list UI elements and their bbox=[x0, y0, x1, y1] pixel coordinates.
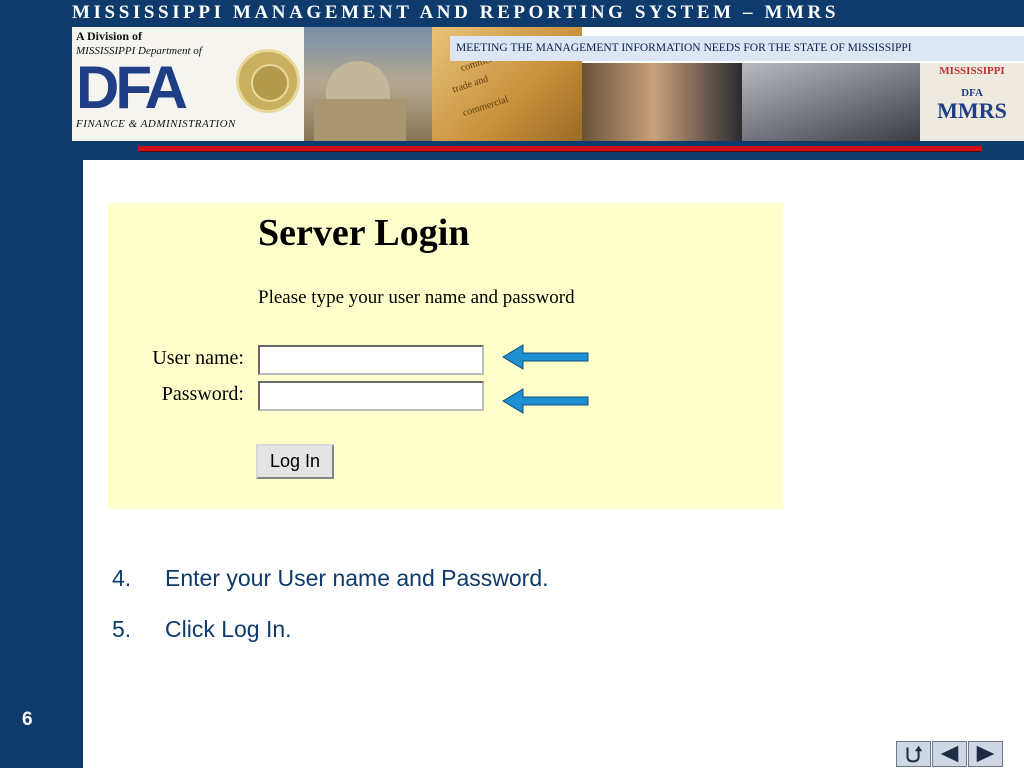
next-slide-icon bbox=[976, 745, 995, 763]
list-item: 4. Enter your User name and Password. bbox=[112, 562, 549, 613]
username-label: User name: bbox=[152, 347, 244, 369]
mmrs-logo: MISSISSIPPI DFA MMRS bbox=[920, 63, 1024, 141]
capitol-dome bbox=[326, 61, 390, 101]
username-input[interactable] bbox=[258, 345, 484, 375]
header-divider bbox=[138, 146, 982, 152]
header-tagline: MEETING THE MANAGEMENT INFORMATION NEEDS… bbox=[450, 36, 1024, 61]
login-button[interactable]: Log In bbox=[256, 444, 334, 479]
paper-text: trade and bbox=[451, 73, 490, 96]
keyboard-image bbox=[742, 63, 920, 141]
next-slide-button[interactable] bbox=[968, 741, 1003, 767]
instruction-steps: 4. Enter your User name and Password. 5. C… bbox=[112, 562, 549, 664]
return-icon bbox=[906, 745, 923, 763]
dfa-logo: DFA bbox=[76, 54, 188, 121]
sidebar bbox=[0, 0, 83, 768]
username-arrow-icon bbox=[502, 344, 589, 370]
header-banner: A Division of MISSISSIPPI Department of … bbox=[72, 27, 1024, 141]
login-instructions: Please type your user name and password bbox=[258, 287, 575, 308]
previous-slide-icon bbox=[940, 745, 959, 763]
state-seal-icon bbox=[236, 49, 300, 113]
page-title: MISSISSIPPI MANAGEMENT AND REPORTING SYS… bbox=[72, 2, 839, 23]
mmrs-logo-state: MISSISSIPPI bbox=[939, 65, 1005, 77]
login-title: Server Login bbox=[258, 212, 470, 254]
dfa-logo-block: A Division of MISSISSIPPI Department of … bbox=[72, 27, 304, 141]
capitol-base bbox=[314, 99, 406, 141]
password-input[interactable] bbox=[258, 381, 484, 411]
step-number: 4. bbox=[112, 565, 132, 591]
handshake-image bbox=[582, 63, 742, 141]
step-text: Enter your User name and Password. bbox=[165, 565, 549, 591]
mmrs-logo-text: MMRS bbox=[937, 98, 1007, 123]
finance-admin-label: FINANCE & ADMINISTRATION bbox=[76, 118, 236, 130]
step-text: Click Log In. bbox=[165, 616, 292, 642]
return-button[interactable] bbox=[896, 741, 931, 767]
list-item: 5. Click Log In. bbox=[112, 613, 549, 664]
password-label: Password: bbox=[161, 383, 244, 405]
paper-text: commercial bbox=[461, 93, 510, 120]
division-label: A Division of bbox=[76, 29, 143, 43]
password-arrow-icon bbox=[502, 388, 589, 414]
capitol-building-image bbox=[304, 27, 432, 141]
step-number: 5. bbox=[112, 616, 132, 642]
previous-slide-button[interactable] bbox=[932, 741, 967, 767]
slide-number: 6 bbox=[22, 709, 33, 730]
